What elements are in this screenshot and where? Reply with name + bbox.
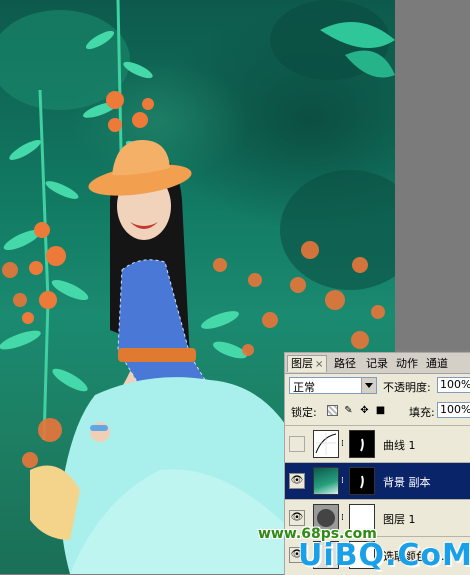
- fill-label: 填充:: [409, 406, 435, 419]
- tab-layers-label: 图层: [291, 357, 313, 370]
- opacity-field[interactable]: 100%: [437, 377, 470, 393]
- eye-icon[interactable]: 👁: [289, 510, 305, 526]
- lock-label: 锁定:: [291, 406, 317, 419]
- curves-adjustment-icon: [313, 430, 339, 458]
- visibility-toggle-off[interactable]: [289, 436, 305, 452]
- close-icon[interactable]: ×: [315, 359, 323, 370]
- blend-mode-value: 正常: [293, 381, 315, 394]
- layer-row-background-copy[interactable]: 👁 ⁞ 背景 副本: [285, 462, 470, 499]
- watermark-large: UiBQ.CoM: [298, 538, 470, 573]
- eye-icon[interactable]: 👁: [289, 473, 305, 489]
- tab-layers[interactable]: 图层 ×: [287, 355, 328, 372]
- link-icon[interactable]: ⁞: [341, 438, 347, 450]
- lock-all-icon[interactable]: ■: [375, 405, 386, 416]
- tab-paths[interactable]: 路径: [331, 356, 359, 372]
- opacity-label: 不透明度:: [383, 381, 431, 394]
- layer-name: 曲线 1: [383, 439, 416, 452]
- link-icon[interactable]: ⁞: [341, 475, 347, 487]
- fill-field[interactable]: 100%: [437, 402, 470, 418]
- canvas-gray-background: [395, 0, 470, 350]
- tab-actions[interactable]: 动作: [393, 356, 421, 372]
- link-icon[interactable]: ⁞: [341, 512, 347, 524]
- layer-name: 背景 副本: [383, 476, 431, 489]
- layer-mask-thumbnail[interactable]: [349, 467, 375, 495]
- layer-row-curves[interactable]: ⁞ 曲线 1: [285, 425, 470, 462]
- layer-name: 图层 1: [383, 513, 416, 526]
- panel-tabs: 图层 × 路径 记录 动作 通道: [285, 353, 470, 374]
- layer-photo-thumbnail: [313, 467, 339, 495]
- lock-move-icon[interactable]: ✥: [359, 405, 370, 416]
- blend-mode-select[interactable]: 正常: [289, 377, 377, 394]
- chevron-down-icon[interactable]: [361, 378, 376, 393]
- lock-brush-icon[interactable]: ✎: [343, 405, 354, 416]
- layer-mask-thumbnail[interactable]: [349, 430, 375, 458]
- tab-history[interactable]: 记录: [363, 356, 391, 372]
- lock-transparency-icon[interactable]: [327, 405, 338, 416]
- tab-channels[interactable]: 通道: [423, 356, 451, 372]
